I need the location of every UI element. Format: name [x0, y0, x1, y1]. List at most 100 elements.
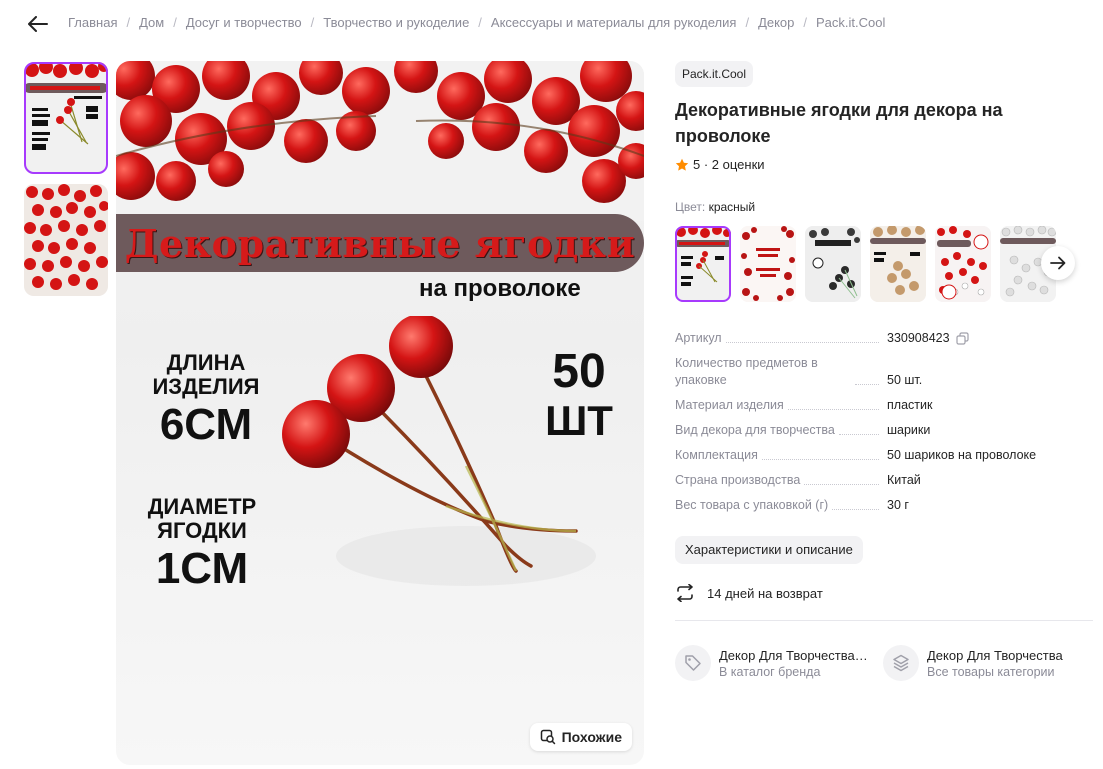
similar-button-label: Похожие: [561, 729, 622, 745]
category-title: Декор Для Творчества: [927, 647, 1063, 663]
length-info: ДЛИНА ИЗДЕЛИЯ 6СМ: [146, 351, 266, 451]
color-row: Цвет: красный: [675, 200, 1095, 214]
spec-dots: [787, 409, 879, 410]
spec-dots: [855, 384, 879, 385]
length-label-1: ДЛИНА: [166, 350, 246, 375]
diameter-info: ДИАМЕТР ЯГОДКИ 1СМ: [146, 495, 258, 595]
spec-key-label: Вес товара с упаковкой (г): [675, 497, 833, 514]
breadcrumb-crafts[interactable]: Творчество и рукоделие: [323, 15, 469, 30]
product-title: Декоративные ягодки для декора на провол…: [675, 100, 1003, 146]
color-label: Цвет:: [675, 200, 706, 214]
spec-key: Страна производства: [675, 472, 887, 489]
breadcrumb-separator: /: [803, 15, 808, 30]
spec-table: Артикул 330908423 Количество предметов в…: [675, 330, 1075, 514]
length-label-2: ИЗДЕЛИЯ: [152, 374, 260, 399]
breadcrumb-separator: /: [745, 15, 750, 30]
category-sub: Все товары категории: [927, 664, 1055, 679]
spec-value: 30 г: [887, 498, 909, 512]
breadcrumb-home[interactable]: Главная: [68, 15, 117, 30]
similar-search-icon: [540, 729, 555, 745]
arrow-right-icon: [1050, 256, 1066, 270]
spec-row: Вес товара с упаковкой (г) 30 г: [675, 497, 1075, 514]
rating-text: 5 · 2 оценки: [693, 157, 765, 172]
spec-row: Количество предметов в упаковке 50 шт.: [675, 355, 1075, 389]
breadcrumb-leisure[interactable]: Досуг и творчество: [186, 15, 302, 30]
diameter-label-1: ДИАМЕТР: [147, 494, 257, 519]
swatch-5-image: [935, 226, 991, 302]
breadcrumb-house[interactable]: Дом: [139, 15, 164, 30]
breadcrumb-separator: /: [478, 15, 482, 30]
swatch-5[interactable]: [935, 226, 991, 302]
thumbnail-list: [24, 62, 108, 306]
spec-key-label: Артикул: [675, 330, 726, 347]
brand-catalog-text: Декор Для Творчества P... В каталог брен…: [719, 648, 869, 679]
spec-key-label: Страна производства: [675, 472, 805, 489]
layers-icon: [883, 645, 919, 681]
top-bar: Главная / Дом / Досуг и творчество / Творче…: [0, 0, 1103, 48]
swatch-3[interactable]: [805, 226, 861, 302]
brand-links: Декор Для Творчества P... В каталог брен…: [675, 645, 1095, 681]
spec-dots: [804, 484, 879, 485]
spec-row: Материал изделия пластик: [675, 397, 1075, 414]
breadcrumb-separator: /: [310, 15, 315, 30]
article-number: 330908423: [887, 331, 950, 345]
image-banner-text: Декоративные ягодки: [124, 220, 636, 266]
spec-row: Страна производства Китай: [675, 472, 1075, 489]
image-subtitle: на проволоке: [419, 275, 581, 302]
arrow-left-icon: [28, 16, 48, 32]
spec-value: шарики: [887, 423, 931, 437]
berry-stems-image: [282, 316, 596, 586]
spec-dots: [832, 509, 879, 510]
color-value: красный: [708, 200, 756, 214]
spec-row: Артикул 330908423: [675, 330, 1075, 347]
spec-key: Количество предметов в упаковке: [675, 355, 887, 389]
rating[interactable]: 5 · 2 оценки: [675, 157, 1095, 172]
breadcrumb-brand[interactable]: Pack.it.Cool: [816, 15, 885, 30]
spec-dots: [761, 459, 879, 460]
length-value: 6СМ: [159, 400, 253, 449]
spec-key: Комплектация: [675, 447, 887, 464]
diameter-value: 1СМ: [155, 544, 249, 593]
breadcrumb-separator: /: [173, 15, 177, 30]
brand-catalog-sub: В каталог бренда: [719, 664, 821, 679]
spec-value: пластик: [887, 398, 933, 412]
thumbnail-1-image: [24, 62, 108, 174]
characteristics-button[interactable]: Характеристики и описание: [675, 536, 863, 564]
swatch-1[interactable]: [675, 226, 731, 302]
spec-key: Вид декора для творчества: [675, 422, 887, 439]
breadcrumb-accessories[interactable]: Аксессуары и материалы для рукоделия: [491, 15, 737, 30]
diameter-label-2: ЯГОДКИ: [157, 518, 247, 543]
brand-catalog-link[interactable]: Декор Для Творчества P... В каталог брен…: [675, 645, 869, 681]
similar-button[interactable]: Похожие: [529, 723, 632, 751]
back-button[interactable]: [26, 12, 50, 36]
breadcrumb: Главная / Дом / Досуг и творчество / Творче…: [68, 15, 885, 30]
swatch-2[interactable]: [740, 226, 796, 302]
spec-row: Комплектация 50 шариков на проволоке: [675, 447, 1075, 464]
spec-key-label: Комплектация: [675, 447, 762, 464]
swatches-next-button[interactable]: [1041, 246, 1075, 280]
product-info: Pack.it.Cool Декоративные ягодки для дек…: [675, 61, 1095, 681]
thumbnail-2[interactable]: [24, 184, 108, 296]
spec-key-label: Вид декора для творчества: [675, 422, 839, 439]
thumbnail-2-image: [24, 184, 108, 296]
copy-icon[interactable]: [955, 332, 969, 345]
image-banner: Декоративные ягодки: [116, 214, 644, 272]
spec-value: 50 шт.: [887, 373, 923, 387]
swatch-4[interactable]: [870, 226, 926, 302]
spec-key: Материал изделия: [675, 397, 887, 414]
return-icon: [677, 584, 693, 602]
spec-key-label: Количество предметов в упаковке: [675, 355, 855, 389]
main-product-image[interactable]: Декоративные ягодки на проволоке ДЛИНА И…: [116, 61, 644, 765]
category-link[interactable]: Декор Для Творчества Все товары категори…: [883, 645, 1077, 681]
thumbnail-1[interactable]: [24, 62, 108, 174]
breadcrumb-decor[interactable]: Декор: [758, 15, 794, 30]
star-icon: [675, 158, 689, 171]
swatch-1-image: [675, 226, 731, 302]
spec-dots: [838, 434, 879, 435]
swatch-2-image: [740, 226, 796, 302]
spec-value: 50 шариков на проволоке: [887, 448, 1037, 462]
berries-top-image: [116, 61, 644, 221]
brand-catalog-title: Декор Для Творчества P...: [719, 647, 869, 663]
divider: [675, 620, 1093, 621]
brand-chip[interactable]: Pack.it.Cool: [675, 61, 754, 87]
